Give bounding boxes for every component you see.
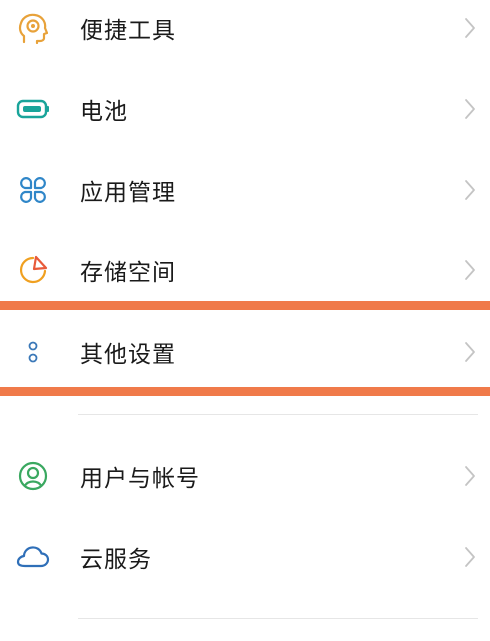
settings-item-label: 应用管理 [80,180,176,206]
settings-item-cloud-service[interactable]: 云服务 [0,517,490,597]
chevron-right-icon [465,342,475,362]
user-account-icon [16,459,50,493]
settings-item-label: 便捷工具 [80,18,176,44]
app-grid-icon [16,173,50,207]
settings-item-label: 其他设置 [80,342,176,368]
more-dots-icon [16,335,50,369]
chevron-right-icon [465,180,475,200]
settings-item-convenience-tools[interactable]: 便捷工具 [0,0,490,68]
chevron-right-icon [465,260,475,280]
settings-item-label: 用户与帐号 [80,466,200,492]
chevron-right-icon [465,547,475,567]
settings-screen: 便捷工具 电池 应用管理 存储空间 其他设置 用户与帐号 云服务 [0,0,490,641]
smart-assistant-icon [16,11,50,45]
settings-item-storage[interactable]: 存储空间 [0,230,490,310]
settings-item-app-management[interactable]: 应用管理 [0,150,490,230]
section-divider [78,618,478,619]
chevron-right-icon [465,466,475,486]
storage-pie-icon [16,253,50,287]
chevron-right-icon [465,18,475,38]
cloud-icon [16,540,50,574]
settings-item-users-accounts[interactable]: 用户与帐号 [0,436,490,516]
settings-item-label: 云服务 [80,547,152,573]
settings-item-battery[interactable]: 电池 [0,69,490,149]
section-divider [78,414,478,415]
settings-item-label: 电池 [80,99,128,125]
settings-item-other-settings[interactable]: 其他设置 [0,312,490,392]
settings-item-label: 存储空间 [80,260,176,286]
battery-icon [16,92,50,126]
chevron-right-icon [465,99,475,119]
